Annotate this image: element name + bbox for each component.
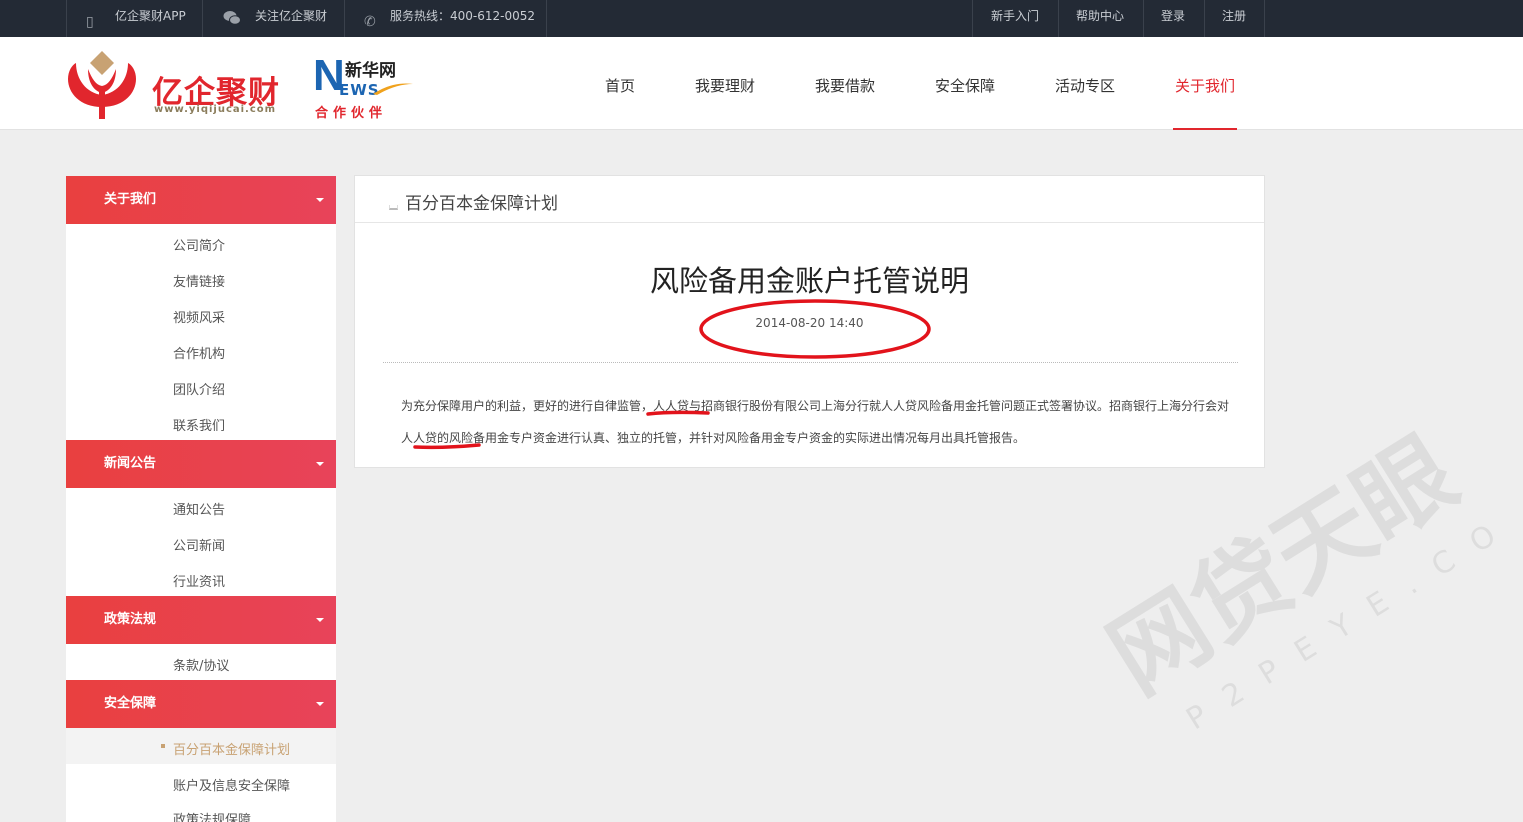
partner-label: 合作伙伴 [315, 106, 388, 121]
caret-down-icon [316, 618, 324, 622]
sidebar-section-about[interactable]: 关于我们 [66, 176, 336, 224]
login-link[interactable]: 登录 [1143, 0, 1204, 37]
sidebar-item-account-security[interactable]: 账户及信息安全保障 [173, 775, 290, 794]
highlight-underline-mark [646, 410, 710, 416]
sidebar-item-terms[interactable]: 条款/协议 [173, 655, 229, 674]
active-dot-icon [161, 744, 165, 748]
xinhua-partner-logo: N 新华网 EWS 合作伙伴 [313, 54, 423, 121]
sidebar-section-title: 安全保障 [104, 696, 157, 711]
sidebar-item-notices[interactable]: 通知公告 [173, 499, 225, 518]
sidebar-item-principal-guarantee[interactable]: 百分百本金保障计划 [173, 739, 290, 758]
article-section-title: 百分百本金保障计划 [405, 194, 558, 214]
highlight-underline-mark [413, 443, 481, 450]
sidebar-section-title: 新闻公告 [104, 456, 157, 471]
hotline-info: ✆ 服务热线：400-612-0052 [344, 0, 547, 37]
sidebar-section-security[interactable]: 安全保障 [66, 680, 336, 728]
sidebar-item-friend-links[interactable]: 友情链接 [173, 271, 225, 290]
register-label: 注册 [1222, 9, 1247, 23]
section-marker-icon [389, 205, 398, 210]
wechat-follow-label: 关注亿企聚财 [255, 9, 328, 23]
caret-down-icon [316, 462, 324, 466]
logo-url: www.yiqijucai.com [154, 104, 277, 115]
sidebar-section-policy[interactable]: 政策法规 [66, 596, 336, 644]
sidebar-section-title: 政策法规 [104, 612, 157, 627]
sidebar-item-company-news[interactable]: 公司新闻 [173, 535, 225, 554]
newbie-label: 新手入门 [991, 9, 1040, 23]
swoosh-icon [373, 83, 413, 95]
article-title: 风险备用金账户托管说明 [649, 264, 969, 298]
p2peye-watermark: 网贷天眼 P2PEYE.COM [1090, 416, 1500, 730]
sidebar-item-video[interactable]: 视频风采 [173, 307, 225, 326]
app-download-link[interactable]: ▯ 亿企聚财APP [66, 0, 202, 37]
logo-mark-icon [68, 51, 136, 119]
date-highlight-circle [699, 299, 931, 359]
wechat-icon [223, 6, 241, 38]
nav-active-indicator [1173, 128, 1237, 130]
top-bar: ▯ 亿企聚财APP 关注亿企聚财 ✆ 服务热线：400-612-0052 新手入… [0, 0, 1523, 37]
article-divider [383, 362, 1238, 363]
help-center-link[interactable]: 帮助中心 [1058, 0, 1143, 37]
app-download-label: 亿企聚财APP [115, 9, 186, 23]
nav-about[interactable]: 关于我们 [1175, 75, 1235, 96]
nav-security[interactable]: 安全保障 [935, 75, 995, 96]
sidebar-item-company-intro[interactable]: 公司简介 [173, 235, 225, 254]
site-logo[interactable]: 亿企聚财 www.yiqijucai.com [66, 49, 286, 121]
caret-down-icon [316, 198, 324, 202]
phone-icon: ▯ [86, 14, 94, 30]
nav-events[interactable]: 活动专区 [1055, 75, 1115, 96]
help-center-label: 帮助中心 [1076, 9, 1125, 23]
sidebar-item-team[interactable]: 团队介绍 [173, 379, 225, 398]
hotline-label: 服务热线：400-612-0052 [390, 9, 536, 23]
sidebar-item-partners[interactable]: 合作机构 [173, 343, 225, 362]
article-section-bar: 百分百本金保障计划 [355, 176, 1264, 223]
sidebar-item-industry-news[interactable]: 行业资讯 [173, 571, 225, 590]
login-label: 登录 [1161, 9, 1186, 23]
wechat-follow-link[interactable]: 关注亿企聚财 [202, 0, 344, 37]
caret-down-icon [316, 702, 324, 706]
nav-invest[interactable]: 我要理财 [695, 75, 755, 96]
sidebar: 关于我们 公司简介 友情链接 视频风采 合作机构 团队介绍 联系我们 新闻公告 … [66, 176, 336, 822]
nav-borrow[interactable]: 我要借款 [815, 75, 875, 96]
nav-home[interactable]: 首页 [605, 75, 635, 96]
telephone-icon: ✆ [364, 14, 376, 30]
newbie-link[interactable]: 新手入门 [972, 0, 1058, 37]
sidebar-item-contact[interactable]: 联系我们 [173, 415, 225, 434]
partner-name: 新华网 [345, 61, 396, 81]
site-header: 亿企聚财 www.yiqijucai.com N 新华网 EWS 合作伙伴 首页… [0, 37, 1523, 130]
sidebar-item-policy-guarantee[interactable]: 政策法规保障 [173, 809, 251, 822]
register-link[interactable]: 注册 [1204, 0, 1265, 37]
sidebar-section-title: 关于我们 [104, 192, 157, 207]
sidebar-section-news[interactable]: 新闻公告 [66, 440, 336, 488]
